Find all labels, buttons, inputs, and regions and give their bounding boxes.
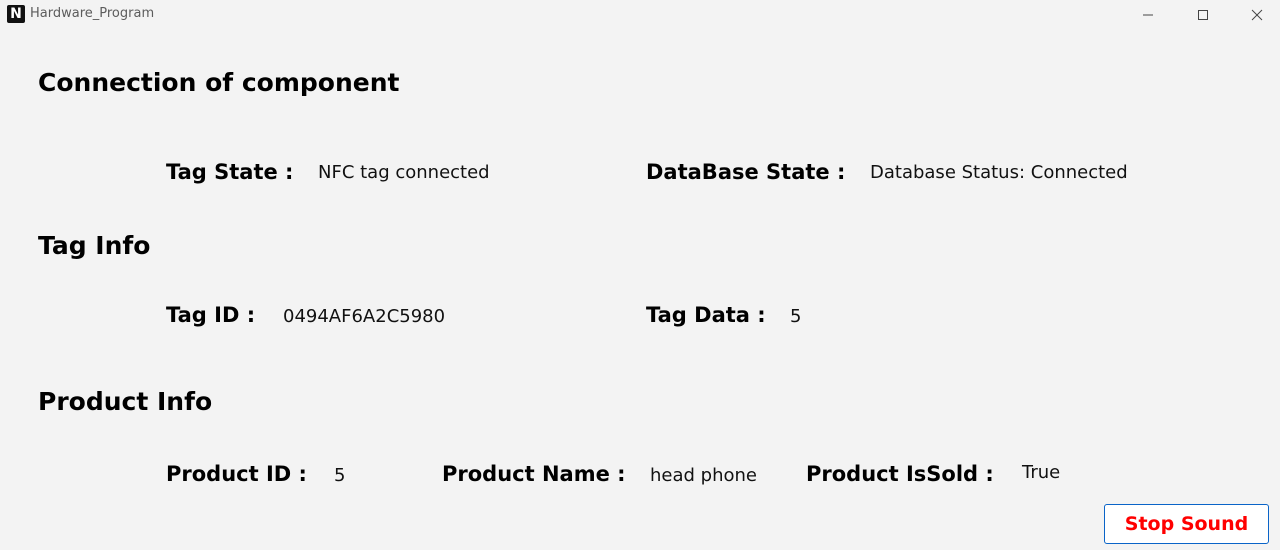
tag-state-value: NFC tag connected [318,162,490,183]
product-issold-label: Product IsSold : [806,462,994,486]
maximize-icon [1198,10,1208,20]
maximize-button[interactable] [1180,0,1226,30]
product-name-label: Product Name : [442,462,626,486]
minimize-icon [1143,14,1153,16]
connection-heading: Connection of component [38,68,400,97]
db-state-label: DataBase State : [646,160,846,184]
product-name-value: head phone [650,465,757,486]
tag-state-label: Tag State : [166,160,294,184]
tag-id-value: 0494AF6A2C5980 [283,306,446,327]
stop-sound-button[interactable]: Stop Sound [1104,504,1269,544]
close-button[interactable] [1234,0,1280,30]
minimize-button[interactable] [1125,0,1171,30]
title-bar: N Hardware_Program [0,0,1280,30]
app-nfc-icon: N [7,5,25,23]
product-id-value: 5 [334,465,346,486]
close-icon [1251,9,1263,21]
product-id-label: Product ID : [166,462,307,486]
db-state-value: Database Status: Connected [870,162,1128,183]
window-title: Hardware_Program [30,6,155,21]
tag-id-label: Tag ID : [166,303,256,327]
product-issold-value: True [1022,462,1061,483]
product-info-heading: Product Info [38,387,213,416]
tag-info-heading: Tag Info [38,231,151,260]
tag-data-value: 5 [790,306,802,327]
tag-data-label: Tag Data : [646,303,766,327]
